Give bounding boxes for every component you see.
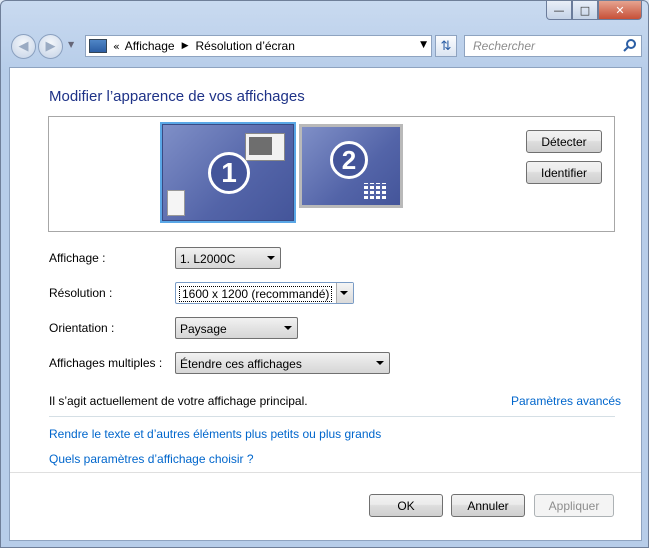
cancel-label: Annuler [467,498,509,513]
address-dropdown-icon[interactable]: ▼ [420,40,427,50]
resolution-value: 1600 x 1200 (recommandé) [178,286,333,302]
divider [49,416,615,417]
primary-display-info: Il s’agit actuellement de votre affichag… [49,394,308,408]
back-button[interactable]: ◀ [11,34,36,59]
chevron-down-icon [267,256,275,260]
multiple-displays-value: Étendre ces affichages [180,357,302,371]
breadcrumb-resolution[interactable]: Résolution d’écran [195,39,294,53]
search-icon[interactable] [623,38,637,52]
multiple-displays-label: Affichages multiples : [49,356,163,370]
advanced-settings-link[interactable]: Paramètres avancés [511,394,621,408]
apply-button[interactable]: Appliquer [534,494,614,517]
identify-label: Identifier [540,165,588,180]
monitor-number-1: 1 [208,152,250,194]
monitor-1[interactable]: 1 [160,122,296,223]
orientation-select[interactable]: Paysage [175,317,298,339]
content-pane: Modifier l’apparence de vos affichages 1… [9,67,642,541]
back-arrow-icon: ◀ [18,39,29,54]
orientation-value: Paysage [180,322,227,336]
display-select[interactable]: 1. L2000C [175,247,281,269]
address-bar[interactable]: « Affichage ▶ Résolution d’écran ▼ [85,35,432,57]
mini-grid-icon [364,183,386,199]
display-settings-help-link[interactable]: Quels paramètres d’affichage choisir ? [49,452,254,466]
detect-label: Détecter [541,134,587,149]
orientation-label: Orientation : [49,321,115,335]
refresh-button[interactable]: ⇅ [435,35,457,57]
minimize-button[interactable]: — [546,1,572,20]
search-placeholder: Rechercher [473,39,536,53]
window-controls: — □ ✕ [546,1,642,20]
display-value: 1. L2000C [180,252,236,266]
control-panel-icon [89,39,107,53]
detect-button[interactable]: Détecter [526,130,602,153]
apply-label: Appliquer [548,498,600,513]
ok-button[interactable]: OK [369,494,443,517]
identify-button[interactable]: Identifier [526,161,602,184]
monitor-arrangement: 1 2 Détecter Identifier [48,116,615,232]
forward-button[interactable]: ▶ [38,34,63,59]
mini-window-icon [245,133,285,161]
address-overflow[interactable]: « [113,40,120,53]
page-title: Modifier l’apparence de vos affichages [49,88,305,105]
resolution-select[interactable]: 1600 x 1200 (recommandé) [175,282,354,304]
breadcrumb-affichage[interactable]: Affichage [125,39,175,53]
screen-resolution-window: — □ ✕ ◀ ▶ ▼ « Affichage ▶ Résolution d’é… [0,0,649,548]
forward-arrow-icon: ▶ [45,39,56,54]
ok-label: OK [397,498,415,513]
close-button[interactable]: ✕ [598,1,642,20]
refresh-icon: ⇅ [440,38,452,54]
monitor-2[interactable]: 2 [299,124,403,208]
chevron-down-icon [340,291,348,295]
monitor-number-2: 2 [330,141,368,179]
resolution-label: Résolution : [49,286,113,300]
recent-pages-dropdown[interactable]: ▼ [68,40,78,50]
display-label: Affichage : [49,251,106,265]
breadcrumb-separator-icon[interactable]: ▶ [182,41,189,51]
chevron-down-icon [376,361,384,365]
footer-divider [10,472,641,473]
navigation-bar: ◀ ▶ ▼ « Affichage ▶ Résolution d’écran ▼… [9,33,642,59]
maximize-button[interactable]: □ [572,1,598,20]
mini-list-icon [167,190,185,216]
cancel-button[interactable]: Annuler [451,494,525,517]
search-input[interactable]: Rechercher [464,35,642,57]
chevron-down-icon [284,326,292,330]
text-size-link[interactable]: Rendre le texte et d’autres éléments plu… [49,427,381,441]
multiple-displays-select[interactable]: Étendre ces affichages [175,352,390,374]
